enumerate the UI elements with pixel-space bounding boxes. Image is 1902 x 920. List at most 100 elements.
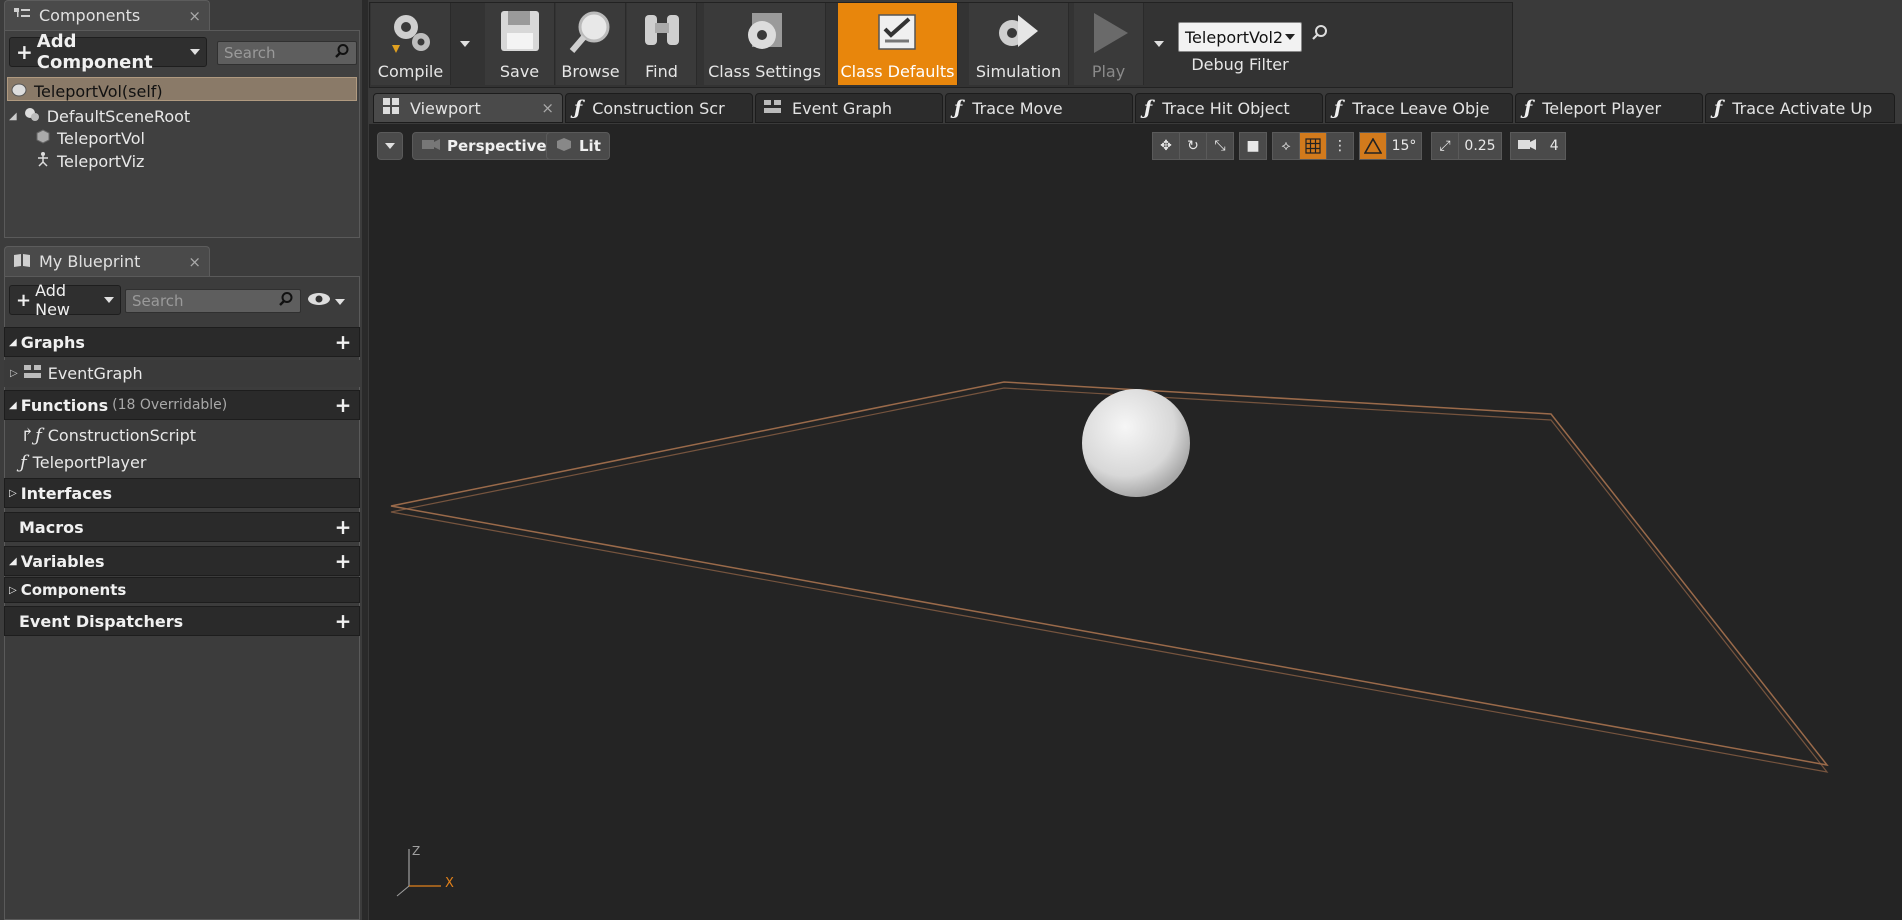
rotation-snap-icon[interactable] [1359, 132, 1387, 160]
tree-item-defaultsceneroot[interactable]: ◢ DefaultSceneRoot [9, 105, 190, 127]
collapsed-triangle-icon: ▷ [9, 584, 17, 596]
sphere-mesh[interactable] [1082, 389, 1190, 497]
class-settings-button[interactable]: Class Settings [704, 3, 826, 85]
chevron-down-icon [104, 297, 114, 303]
expand-triangle-icon: ◢ [9, 399, 17, 411]
section-functions[interactable]: ◢ Functions (18 Overridable) + [4, 390, 360, 420]
world-local-cube-icon[interactable]: ■ [1239, 132, 1267, 160]
simulation-button[interactable]: Simulation [969, 3, 1069, 85]
grid-size-icon[interactable]: ⋮ [1326, 132, 1354, 160]
class-defaults-checklist-icon [875, 9, 921, 59]
tree-item-label: TeleportVol [57, 128, 145, 148]
axis-z-label: Z [412, 844, 421, 858]
translate-mode-icon[interactable]: ✥ [1152, 132, 1180, 160]
section-event-dispatchers[interactable]: Event Dispatchers + [4, 606, 360, 636]
section-variables[interactable]: ◢ Variables + [4, 546, 360, 576]
blueprint-search-input[interactable]: Search [125, 289, 301, 313]
section-graphs-label: Graphs [20, 332, 85, 352]
section-macros[interactable]: Macros + [4, 512, 360, 542]
scale-snap-value[interactable]: 0.25 [1458, 132, 1502, 160]
compile-gears-icon [388, 9, 434, 59]
class-defaults-button[interactable]: Class Defaults [838, 3, 958, 85]
tab-event-graph[interactable]: Event Graph [755, 93, 943, 123]
perspective-button[interactable]: Perspective [412, 132, 556, 160]
tree-item-teleportviz[interactable]: TeleportViz [35, 151, 144, 171]
components-tab[interactable]: Components × [4, 0, 210, 30]
browse-button[interactable]: Browse [556, 3, 626, 85]
list-item-constructionscript[interactable]: ↱ƒ ConstructionScript [4, 422, 360, 449]
find-button[interactable]: Find [627, 3, 697, 85]
tab-close-icon[interactable]: × [541, 99, 554, 117]
scale-snap-icon[interactable]: ⤢ [1431, 132, 1459, 160]
chevron-down-icon [385, 143, 395, 149]
scene-root-icon [23, 105, 41, 127]
list-item-teleportplayer[interactable]: ƒ TeleportPlayer [4, 449, 360, 476]
camera-speed-icon [1517, 137, 1537, 155]
tab-viewport[interactable]: Viewport × [373, 93, 563, 123]
section-interfaces[interactable]: ▷ Interfaces [4, 478, 360, 508]
viewport-options-button[interactable] [377, 132, 403, 160]
add-event-dispatcher-button[interactable]: + [333, 611, 353, 632]
lit-button[interactable]: Lit [546, 132, 610, 160]
chevron-down-icon [1285, 34, 1295, 40]
camera-speed-button[interactable]: 4 [1510, 132, 1566, 160]
debug-search-icon[interactable] [1311, 24, 1329, 47]
section-event-dispatchers-label: Event Dispatchers [19, 611, 184, 631]
left-column: Components × + Add Component Search Tele… [0, 0, 366, 920]
grid-snap-icon[interactable] [1299, 132, 1327, 160]
compile-options-dropdown[interactable] [455, 3, 475, 85]
components-search-input[interactable]: Search [217, 41, 357, 65]
rotation-snap-value[interactable]: 15° [1386, 132, 1422, 160]
tab-trace-leave-object[interactable]: ƒ Trace Leave Obje [1325, 93, 1513, 123]
functions-overridable-count: (18 Overridable) [112, 397, 228, 413]
tree-item-teleportvol[interactable]: TeleportVol [35, 128, 145, 148]
section-graphs[interactable]: ◢ Graphs + [4, 327, 360, 357]
viewport[interactable]: Z X Perspective Lit ✥ ↻ ⤡ ■ ⟡ ⋮ 15° ⤢ 0.… [369, 124, 1902, 920]
cube-icon [35, 128, 51, 148]
section-components[interactable]: ▷ Components [4, 577, 360, 603]
tab-teleport-player[interactable]: ƒ Teleport Player [1515, 93, 1703, 123]
my-blueprint-tab[interactable]: My Blueprint × [4, 246, 210, 276]
tab-trace-activate[interactable]: ƒ Trace Activate Up [1705, 93, 1895, 123]
function-icon: ƒ [1144, 97, 1153, 119]
scale-mode-icon[interactable]: ⤡ [1206, 132, 1234, 160]
simulation-play-gear-icon [996, 9, 1042, 59]
panel-splitter[interactable] [362, 0, 368, 920]
add-variable-button[interactable]: + [333, 551, 353, 572]
add-component-button[interactable]: + Add Component [9, 31, 207, 73]
class-defaults-label: Class Defaults [840, 62, 955, 81]
components-tab-close-icon[interactable]: × [188, 7, 201, 25]
add-graph-button[interactable]: + [333, 332, 353, 353]
play-label: Play [1091, 62, 1126, 81]
add-new-button[interactable]: + Add New [9, 281, 121, 319]
list-item-label: ConstructionScript [47, 426, 197, 445]
tab-construction-script[interactable]: ƒ Construction Scr [565, 93, 753, 123]
add-macro-button[interactable]: + [333, 517, 353, 538]
self-component-row[interactable]: TeleportVol(self) [7, 77, 357, 101]
play-triangle-icon [1086, 9, 1132, 59]
my-blueprint-tab-label: My Blueprint [39, 252, 141, 271]
add-function-button[interactable]: + [333, 395, 353, 416]
surface-snap-icon[interactable]: ⟡ [1272, 132, 1300, 160]
list-item-eventgraph[interactable]: ▷ EventGraph [4, 360, 360, 387]
play-button[interactable]: Play [1074, 3, 1144, 85]
camera-icon [421, 137, 441, 155]
chevron-down-icon [460, 41, 470, 47]
section-interfaces-label: Interfaces [20, 483, 113, 503]
plus-icon: + [16, 289, 32, 311]
debug-object-select[interactable]: TeleportVol2 [1178, 22, 1302, 52]
visibility-filter-button[interactable] [307, 291, 345, 312]
save-button[interactable]: Save [485, 3, 555, 85]
blueprint-search-placeholder: Search [132, 292, 184, 310]
function-icon: ƒ [1524, 97, 1533, 119]
components-tab-icon [13, 6, 31, 26]
plus-icon: + [16, 40, 33, 64]
chevron-down-icon [335, 298, 345, 305]
compile-button[interactable]: Compile [371, 3, 451, 85]
tab-trace-move[interactable]: ƒ Trace Move [945, 93, 1133, 123]
rotate-mode-icon[interactable]: ↻ [1179, 132, 1207, 160]
my-blueprint-tab-close-icon[interactable]: × [188, 253, 201, 271]
tab-trace-hit-object[interactable]: ƒ Trace Hit Object [1135, 93, 1323, 123]
tab-label: Trace Leave Obje [1352, 98, 1490, 118]
play-options-dropdown[interactable] [1149, 3, 1169, 85]
